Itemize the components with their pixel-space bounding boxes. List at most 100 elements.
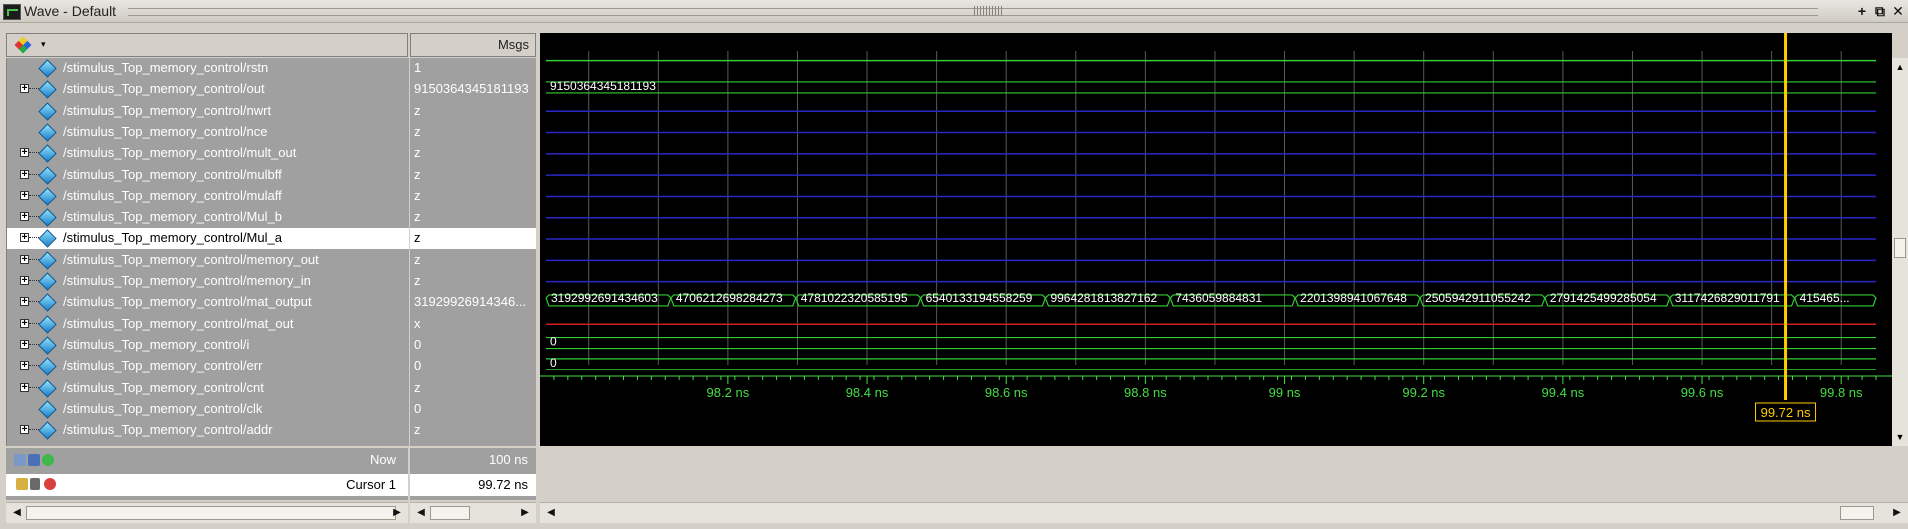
cursor-value-row[interactable]: 99.72 ns [410, 474, 536, 496]
waveform-scroll-thumb[interactable] [1840, 506, 1874, 520]
expand-icon[interactable]: + [20, 340, 29, 350]
expand-icon[interactable]: + [20, 319, 29, 329]
scroll-right-icon[interactable]: ▶ [1890, 506, 1904, 520]
delete-cursor-icon[interactable] [44, 478, 56, 490]
title-grip[interactable] [128, 8, 1818, 16]
signal-value-row[interactable]: z [410, 271, 536, 292]
dock-button[interactable]: + [1854, 3, 1870, 19]
signal-row[interactable]: + /stimulus_Top_memory_control/mult_out [7, 143, 409, 164]
signal-row[interactable]: + /stimulus_Top_memory_control/memory_out [7, 250, 409, 271]
palette-icon[interactable] [15, 36, 33, 54]
lock-icon[interactable] [16, 478, 28, 490]
scroll-left-icon[interactable]: ◀ [10, 506, 24, 520]
pencil-icon[interactable] [30, 478, 40, 490]
signal-row[interactable]: /stimulus_Top_memory_control/clk [7, 399, 409, 420]
names-column-header[interactable]: ▾ [6, 33, 408, 57]
signal-value-row[interactable]: z [410, 228, 536, 249]
signal-row[interactable]: + /stimulus_Top_memory_control/out [7, 79, 409, 100]
signal-value-row[interactable]: z [410, 207, 536, 228]
signal-value-row[interactable]: z [410, 143, 536, 164]
undock-button[interactable]: ⧉ [1872, 3, 1888, 19]
signal-values-pane[interactable]: 1 9150364345181193 z z z z z z z z z 31929926914346… [410, 58, 536, 446]
signal-row[interactable]: /stimulus_Top_memory_control/nce [7, 122, 409, 143]
signal-diamond-icon [38, 59, 57, 78]
signal-row[interactable]: + /stimulus_Top_memory_control/cnt [7, 378, 409, 399]
signal-value-row[interactable]: 1 [410, 58, 536, 79]
expand-icon[interactable]: + [20, 276, 29, 286]
signal-value-row[interactable]: z [410, 378, 536, 399]
close-button[interactable]: ✕ [1890, 3, 1906, 19]
expand-icon[interactable]: + [20, 148, 29, 158]
values-column-header[interactable]: Msgs [410, 33, 536, 57]
waveform-horizontal-scrollbar[interactable]: ◀ ▶ [540, 502, 1908, 523]
expand-icon[interactable]: + [20, 212, 29, 222]
signal-value-row[interactable]: 0 [410, 356, 536, 377]
signal-row[interactable]: + /stimulus_Top_memory_control/mat_out [7, 314, 409, 335]
drag-handle-icon[interactable] [974, 6, 1002, 16]
vertical-scrollbar[interactable]: ▲ ▼ [1892, 58, 1908, 446]
now-label: Now [369, 452, 396, 467]
scroll-up-icon[interactable]: ▲ [1894, 60, 1906, 74]
expand-icon[interactable]: + [20, 191, 29, 201]
scroll-left-icon[interactable]: ◀ [544, 506, 558, 520]
signal-value-row[interactable]: z [410, 122, 536, 143]
expand-icon[interactable]: + [20, 170, 29, 180]
signal-value-row[interactable]: 0 [410, 335, 536, 356]
tick-label: 99.6 ns [1681, 385, 1724, 400]
expand-icon[interactable]: + [20, 383, 29, 393]
signal-row[interactable]: + /stimulus_Top_memory_control/err [7, 356, 409, 377]
signal-row[interactable]: + /stimulus_Top_memory_control/mat_output [7, 292, 409, 313]
scroll-right-icon[interactable]: ▶ [390, 506, 404, 520]
signal-value-row[interactable]: z [410, 165, 536, 186]
signal-name: /stimulus_Top_memory_control/memory_in [63, 273, 311, 288]
expand-icon[interactable]: + [20, 425, 29, 435]
chevron-down-icon[interactable]: ▾ [41, 39, 46, 50]
signal-value-row[interactable]: z [410, 101, 536, 122]
signal-value-row[interactable]: z [410, 250, 536, 271]
signal-diamond-icon [38, 400, 57, 419]
add-cursor-icon[interactable] [28, 454, 40, 466]
values-horizontal-scrollbar[interactable]: ◀ ▶ [410, 502, 536, 523]
signal-row[interactable]: + /stimulus_Top_memory_control/Mul_a [7, 228, 409, 249]
signal-row[interactable]: + /stimulus_Top_memory_control/Mul_b [7, 207, 409, 228]
signal-row[interactable]: + /stimulus_Top_memory_control/i [7, 335, 409, 356]
cursor-label[interactable]: Cursor 1 [346, 477, 396, 492]
signal-value-row[interactable]: x [410, 314, 536, 335]
values-scroll-thumb[interactable] [430, 506, 470, 520]
signal-value-row[interactable]: z [410, 186, 536, 207]
cursor-value: 99.72 ns [478, 477, 528, 492]
signal-value-row[interactable]: z [410, 420, 536, 441]
scroll-left-icon[interactable]: ◀ [414, 506, 428, 520]
cursor-icon[interactable] [14, 454, 26, 466]
signal-diamond-icon [38, 187, 57, 206]
signal-name: /stimulus_Top_memory_control/out [63, 81, 265, 96]
signal-value-row[interactable]: 0 [410, 399, 536, 420]
signal-row[interactable]: /stimulus_Top_memory_control/rstn [7, 58, 409, 79]
signal-row[interactable]: + /stimulus_Top_memory_control/mulbff [7, 165, 409, 186]
waveform-pane[interactable]: 9150364345181193 3192992691434603 47062126… [540, 33, 1892, 446]
scroll-right-icon[interactable]: ▶ [518, 506, 532, 520]
signal-row[interactable]: + /stimulus_Top_memory_control/mulaff [7, 186, 409, 207]
signal-value: 1 [414, 60, 422, 75]
signal-value-row[interactable]: 31929926914346... [410, 292, 536, 313]
plus-icon[interactable] [42, 454, 54, 466]
expand-icon[interactable]: + [20, 255, 29, 265]
bus-value-label: 0 [550, 335, 557, 349]
signal-row[interactable]: + /stimulus_Top_memory_control/memory_in [7, 271, 409, 292]
bus-value-label: 3192992691434603 [551, 291, 658, 305]
signal-row[interactable]: /stimulus_Top_memory_control/nwrt [7, 101, 409, 122]
expand-icon[interactable]: + [20, 361, 29, 371]
scroll-down-icon[interactable]: ▼ [1894, 430, 1906, 444]
vertical-scroll-thumb[interactable] [1894, 238, 1906, 258]
names-scroll-thumb[interactable] [26, 506, 396, 520]
names-horizontal-scrollbar[interactable]: ◀ ▶ [6, 502, 408, 523]
waveform-canvas[interactable]: 9150364345181193 3192992691434603 47062126… [540, 33, 1892, 446]
expand-icon[interactable]: + [20, 233, 29, 243]
signal-names-pane[interactable]: /stimulus_Top_memory_control/rstn + /stimu… [6, 58, 409, 446]
title-bar[interactable]: Wave - Default + ⧉ ✕ [0, 0, 1908, 23]
signal-value-row[interactable]: 9150364345181193 [410, 79, 536, 100]
signal-value: z [414, 145, 421, 160]
expand-icon[interactable]: + [20, 297, 29, 307]
expand-icon[interactable]: + [20, 84, 29, 94]
signal-row[interactable]: + /stimulus_Top_memory_control/addr [7, 420, 409, 441]
